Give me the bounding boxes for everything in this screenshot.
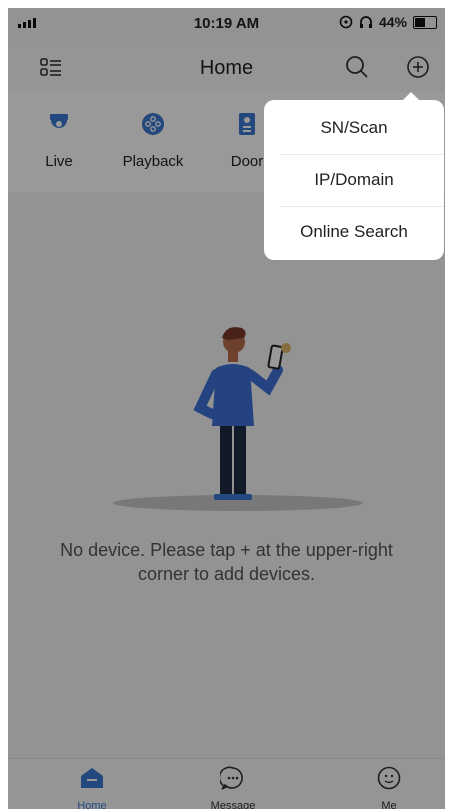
- popup-arrow: [402, 92, 420, 101]
- app-frame: 10:19 AM 44% Home Live Playback Door No …: [8, 8, 445, 809]
- menu-item-sn-scan[interactable]: SN/Scan: [280, 102, 444, 155]
- menu-item-ip-domain[interactable]: IP/Domain: [280, 154, 444, 207]
- add-device-menu: SN/Scan IP/Domain Online Search: [264, 92, 444, 260]
- menu-item-online-search[interactable]: Online Search: [280, 206, 444, 258]
